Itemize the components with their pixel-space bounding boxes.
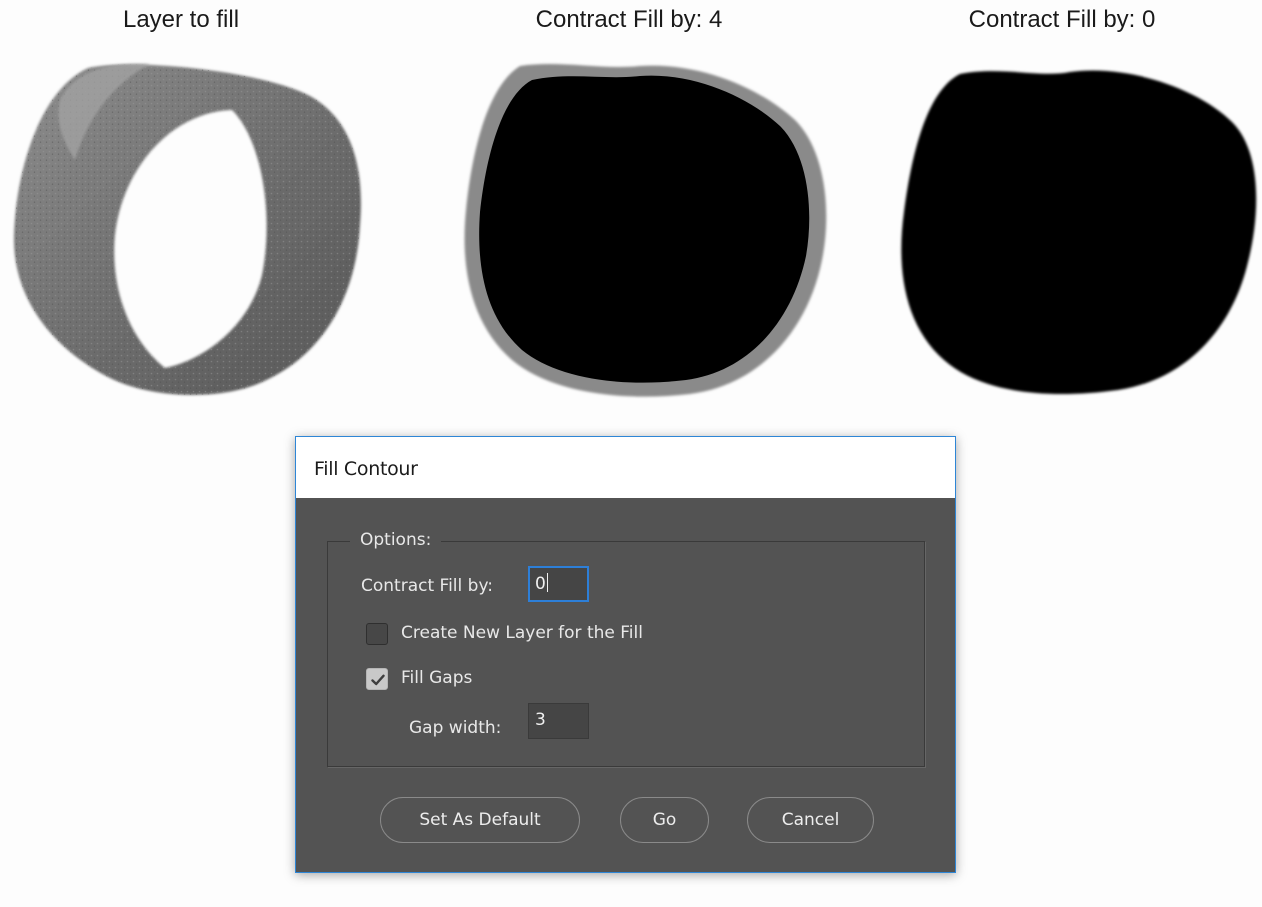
gap-width-value: 3 bbox=[535, 710, 546, 730]
ring-layer-image bbox=[13, 63, 361, 395]
text-caret bbox=[546, 573, 548, 592]
gap-width-label: Gap width: bbox=[409, 718, 502, 738]
dialog-title: Fill Contour bbox=[314, 458, 418, 480]
caption-layer-to-fill: Layer to fill bbox=[122, 6, 240, 33]
contract-fill-label: Contract Fill by: bbox=[361, 576, 493, 596]
caption-contract-4: Contract Fill by: 4 bbox=[535, 6, 723, 33]
options-legend: Options: bbox=[350, 530, 442, 550]
create-new-layer-label[interactable]: Create New Layer for the Fill bbox=[401, 623, 643, 643]
contract-fill-input[interactable]: 0 bbox=[528, 566, 589, 602]
dialog-body: Options: Contract Fill by: 0 Create New … bbox=[296, 498, 955, 873]
set-as-default-button[interactable]: Set As Default bbox=[380, 797, 580, 843]
fill-gaps-label[interactable]: Fill Gaps bbox=[401, 668, 472, 688]
contract-0-image bbox=[901, 70, 1257, 395]
contract-4-image bbox=[464, 64, 827, 397]
dialog-titlebar[interactable]: Fill Contour bbox=[296, 437, 955, 498]
contract-fill-value: 0 bbox=[535, 574, 546, 594]
go-button[interactable]: Go bbox=[620, 797, 709, 843]
fill-contour-dialog: Fill Contour Options: Contract Fill by: … bbox=[295, 436, 956, 873]
fill-gaps-checkbox[interactable] bbox=[366, 668, 388, 690]
gap-width-input[interactable]: 3 bbox=[528, 703, 589, 739]
create-new-layer-checkbox[interactable] bbox=[366, 623, 388, 645]
checkmark-icon bbox=[371, 674, 385, 686]
cancel-button[interactable]: Cancel bbox=[747, 797, 874, 843]
example-illustrations bbox=[13, 63, 1257, 397]
caption-contract-0: Contract Fill by: 0 bbox=[968, 6, 1156, 33]
